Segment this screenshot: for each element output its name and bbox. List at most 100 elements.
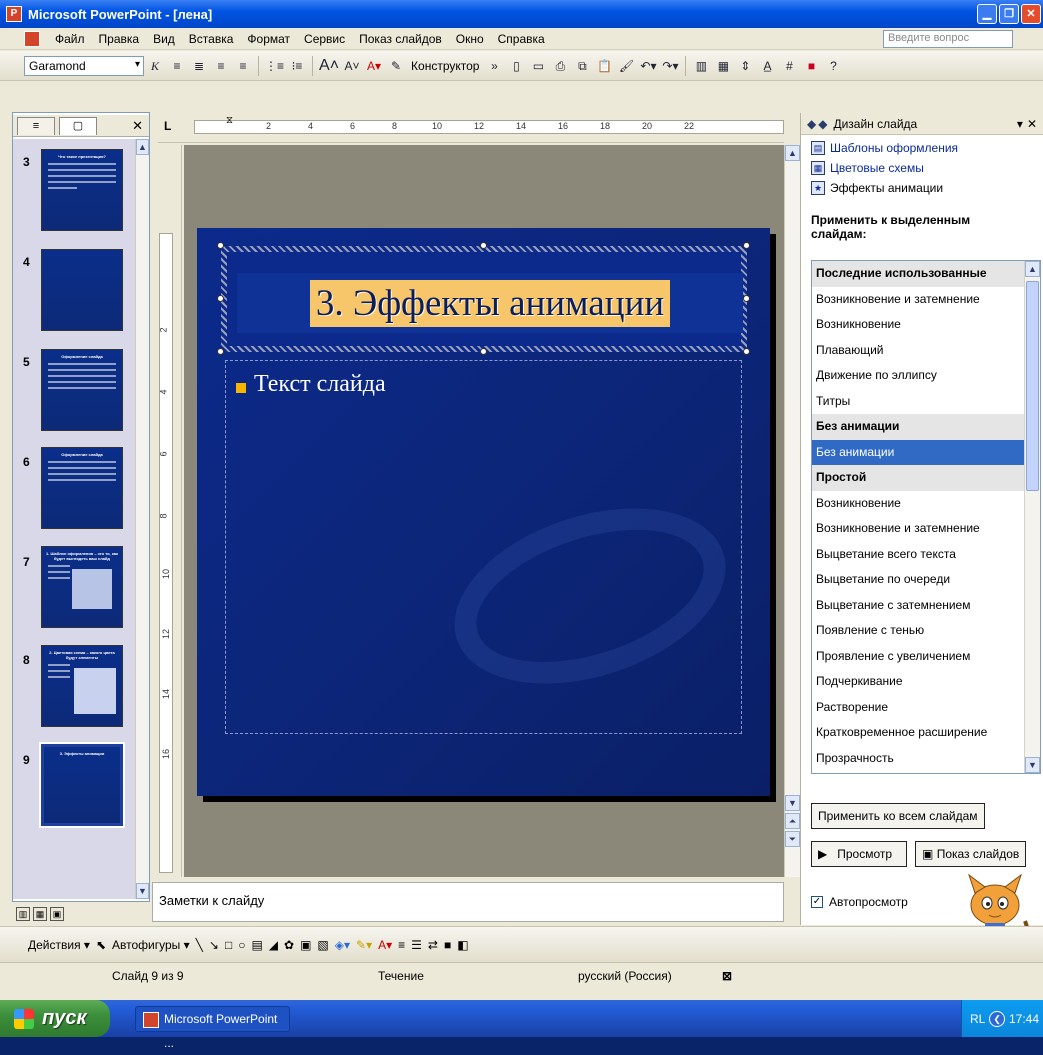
scroll-down-icon[interactable]: ▼ bbox=[136, 883, 149, 899]
chart-icon[interactable]: ▥ bbox=[692, 56, 710, 76]
ask-question-input[interactable]: Введите вопрос bbox=[883, 30, 1013, 48]
design-icon[interactable]: ✎ bbox=[387, 56, 405, 76]
dash-style-icon[interactable]: ☰ bbox=[411, 938, 422, 952]
menu-edit[interactable]: Правка bbox=[92, 32, 147, 46]
show-formatting-icon[interactable]: A̲ bbox=[758, 56, 776, 76]
list-item[interactable]: Плавающий bbox=[812, 338, 1040, 364]
animation-schemes-list[interactable]: Последние использованные Возникновение и … bbox=[811, 260, 1041, 774]
restore-button[interactable]: ❐ bbox=[999, 4, 1019, 24]
list-item[interactable]: Подчеркивание bbox=[812, 669, 1040, 695]
notes-pane[interactable]: Заметки к слайду bbox=[152, 882, 784, 922]
normal-view-icon[interactable]: ▥ bbox=[16, 907, 30, 921]
open-icon[interactable]: ▭ bbox=[529, 56, 547, 76]
list-item[interactable]: Возникновение и затемнение bbox=[812, 516, 1040, 542]
align-center-icon[interactable]: ≣ bbox=[190, 56, 208, 76]
scroll-up-icon[interactable]: ▲ bbox=[136, 139, 149, 155]
justify-icon[interactable]: ≡ bbox=[234, 56, 252, 76]
slide-thumbnail-4[interactable] bbox=[41, 249, 123, 331]
line-color-icon[interactable]: ✎▾ bbox=[356, 938, 372, 952]
slide-body-text[interactable]: Текст слайда bbox=[254, 371, 386, 398]
bullets-icon[interactable]: ⁝≡ bbox=[288, 56, 306, 76]
list-item[interactable]: Выцветание по очереди bbox=[812, 567, 1040, 593]
list-item[interactable]: Кратковременное расширение bbox=[812, 720, 1040, 746]
list-item[interactable]: Появление с тенью bbox=[812, 618, 1040, 644]
font-color-icon[interactable]: A▾ bbox=[378, 938, 392, 952]
list-item[interactable]: Проявление с увеличением bbox=[812, 644, 1040, 670]
decrease-font-icon[interactable]: A˅ bbox=[343, 56, 361, 76]
indent-marker-icon[interactable]: ⧖ bbox=[226, 115, 233, 126]
align-left-icon[interactable]: ≡ bbox=[168, 56, 186, 76]
list-item[interactable]: Возникновение и затемнение bbox=[812, 287, 1040, 313]
design-templates-link[interactable]: ▤ Шаблоны оформления bbox=[811, 141, 1043, 155]
resize-handle[interactable] bbox=[743, 295, 750, 302]
scroll-up-icon[interactable]: ▲ bbox=[1025, 261, 1040, 277]
paste-icon[interactable]: 📋 bbox=[595, 56, 613, 76]
slide-thumbnail-9[interactable]: 3. Эффекты анимации bbox=[39, 742, 125, 828]
new-icon[interactable]: ▯ bbox=[507, 56, 525, 76]
select-objects-icon[interactable]: ⬉ bbox=[96, 938, 106, 952]
line-style-icon[interactable]: ≡ bbox=[398, 938, 405, 952]
animation-effects-link[interactable]: ★ Эффекты анимации bbox=[811, 181, 1043, 195]
list-item[interactable]: Возникновение bbox=[812, 491, 1040, 517]
menu-tools[interactable]: Сервис bbox=[297, 32, 352, 46]
resize-handle[interactable] bbox=[480, 348, 487, 355]
resize-handle[interactable] bbox=[217, 242, 224, 249]
tray-expand-icon[interactable]: ❮ bbox=[989, 1010, 1006, 1027]
link-label[interactable]: Эффекты анимации bbox=[830, 181, 943, 195]
slide-title[interactable]: 3. Эффекты анимации bbox=[309, 279, 671, 327]
tab-outline[interactable]: ≡ bbox=[17, 116, 55, 135]
resize-handle[interactable] bbox=[743, 242, 750, 249]
shadow-icon[interactable]: ■ bbox=[444, 938, 451, 952]
toolbar-options-icon[interactable]: » bbox=[485, 56, 503, 76]
resize-handle[interactable] bbox=[217, 348, 224, 355]
textbox-icon[interactable]: ▤ bbox=[251, 938, 262, 952]
body-placeholder[interactable]: Текст слайда bbox=[225, 360, 742, 734]
rectangle-icon[interactable]: □ bbox=[225, 938, 232, 952]
menu-file[interactable]: Файл bbox=[48, 32, 92, 46]
picture-icon[interactable]: ▧ bbox=[317, 938, 328, 952]
resize-handle[interactable] bbox=[480, 242, 487, 249]
design-button[interactable]: Конструктор bbox=[411, 59, 479, 73]
close-pane-icon[interactable]: ✕ bbox=[132, 118, 143, 134]
title-placeholder[interactable]: 3. Эффекты анимации bbox=[221, 246, 747, 352]
align-right-icon[interactable]: ≡ bbox=[212, 56, 230, 76]
wordart-icon[interactable]: ◢ bbox=[269, 938, 278, 952]
back-icon[interactable]: ◆ bbox=[807, 117, 816, 131]
scroll-down-icon[interactable]: ▼ bbox=[785, 795, 800, 811]
list-item[interactable]: Возникновение bbox=[812, 312, 1040, 338]
start-button[interactable]: пуск bbox=[0, 1000, 110, 1037]
list-item[interactable]: Движение по эллипсу bbox=[812, 363, 1040, 389]
thumbnails-scrollbar[interactable]: ▲ ▼ bbox=[135, 139, 149, 899]
clipart-icon[interactable]: ▣ bbox=[300, 938, 311, 952]
resize-handle[interactable] bbox=[217, 295, 224, 302]
font-color-icon[interactable]: A▾ bbox=[365, 56, 383, 76]
slide-thumbnail-8[interactable]: 2. Цветовая схема – какого цвета будут э… bbox=[41, 645, 123, 727]
scroll-up-icon[interactable]: ▲ bbox=[785, 145, 800, 161]
help-icon[interactable]: ? bbox=[824, 56, 842, 76]
menu-insert[interactable]: Вставка bbox=[182, 32, 241, 46]
scroll-down-icon[interactable]: ▼ bbox=[1025, 757, 1040, 773]
list-item[interactable]: Без анимации bbox=[812, 439, 1040, 465]
resize-handle[interactable] bbox=[743, 348, 750, 355]
close-window-button[interactable]: ✕ bbox=[1021, 4, 1041, 24]
autopreview-checkbox[interactable]: ✓ Автопросмотр bbox=[811, 895, 908, 909]
link-label[interactable]: Шаблоны оформления bbox=[830, 141, 958, 155]
list-item[interactable]: Растворение bbox=[812, 695, 1040, 721]
oval-icon[interactable]: ○ bbox=[238, 938, 245, 952]
increase-font-icon[interactable]: A˄ bbox=[319, 56, 339, 76]
slide-scrollbar[interactable]: ▲ ▼ ⏶ ⏷ bbox=[784, 145, 800, 877]
diagram-icon[interactable]: ✿ bbox=[284, 938, 294, 952]
spelling-icon[interactable]: ⊠ bbox=[722, 969, 732, 983]
previous-slide-icon[interactable]: ⏶ bbox=[785, 813, 800, 829]
list-item[interactable]: Прозрачность bbox=[812, 746, 1040, 772]
notes-placeholder[interactable]: Заметки к слайду bbox=[159, 893, 264, 908]
menu-help[interactable]: Справка bbox=[491, 32, 552, 46]
menu-view[interactable]: Вид bbox=[146, 32, 182, 46]
table-icon[interactable]: ▦ bbox=[714, 56, 732, 76]
checkbox-checked-icon[interactable]: ✓ bbox=[811, 896, 823, 908]
slide-thumbnail-5[interactable]: Оформление слайда bbox=[41, 349, 123, 431]
slideshow-button[interactable]: ▣ Показ слайдов bbox=[915, 841, 1027, 867]
3d-icon[interactable]: ◧ bbox=[457, 938, 468, 952]
apply-to-all-button[interactable]: Применить ко всем слайдам bbox=[811, 803, 985, 829]
scroll-thumb[interactable] bbox=[1026, 281, 1039, 491]
